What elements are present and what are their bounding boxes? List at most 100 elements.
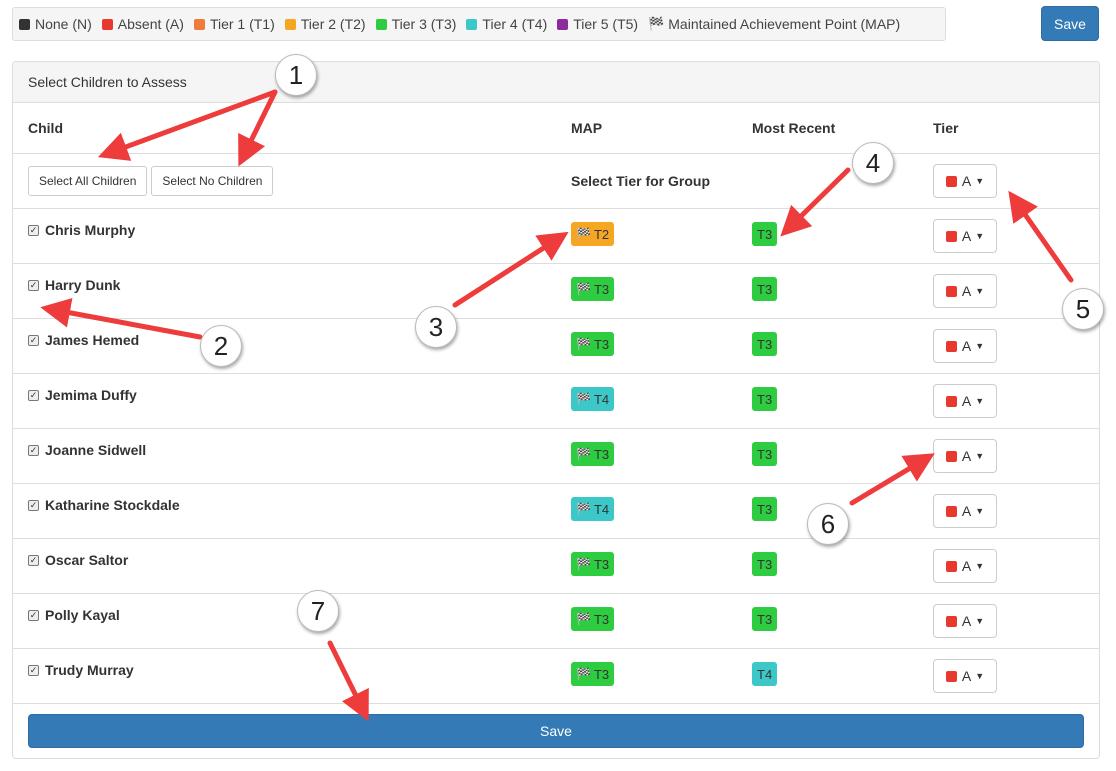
- map-value: T3: [593, 336, 610, 352]
- legend-item: Tier 3 (T3): [375, 16, 456, 32]
- legend-item: 🏁 Maintained Achievement Point (MAP): [648, 16, 900, 32]
- child-checkbox[interactable]: ✓: [28, 279, 39, 291]
- child-tier-value: A: [961, 448, 972, 464]
- child-tier-dropdown[interactable]: A ▼: [933, 329, 997, 363]
- most-recent-badge: T3: [752, 387, 778, 411]
- map-value: T3: [593, 446, 610, 462]
- legend-item: Tier 2 (T2): [284, 16, 366, 32]
- callout-4: 4: [852, 142, 894, 184]
- most-recent-value: T3: [757, 611, 773, 627]
- map-value: T4: [593, 391, 610, 407]
- most-recent-value: T3: [757, 446, 773, 462]
- child-list: ✓ Chris Murphy 🏁 T2 T3 A ▼ ✓ Harry Dunk 🏁 T3 T3 A ▼ ✓ J…: [13, 209, 1099, 704]
- most-recent-value: T4: [757, 666, 773, 682]
- callout-1: 1: [275, 54, 317, 96]
- caret-down-icon: ▼: [975, 616, 985, 626]
- child-checkbox-label[interactable]: ✓ James Hemed: [28, 332, 139, 348]
- child-tier-dropdown[interactable]: A ▼: [933, 219, 997, 253]
- group-tier-dropdown[interactable]: A ▼: [933, 164, 997, 198]
- child-checkbox[interactable]: ✓: [28, 389, 39, 401]
- panel-title: Select Children to Assess: [13, 62, 1099, 103]
- tier-color-swatch: [945, 450, 957, 462]
- child-tier-value: A: [961, 503, 972, 519]
- child-checkbox-label[interactable]: ✓ Trudy Murray: [28, 662, 134, 678]
- child-checkbox[interactable]: ✓: [28, 609, 39, 621]
- callout-2: 2: [200, 325, 242, 367]
- child-checkbox[interactable]: ✓: [28, 224, 39, 236]
- select-no-children-button[interactable]: Select No Children: [151, 166, 274, 196]
- child-checkbox[interactable]: ✓: [28, 499, 39, 511]
- legend-item: Tier 5 (T5): [557, 16, 638, 32]
- child-name: Harry Dunk: [45, 277, 121, 293]
- map-badge: 🏁 T3: [571, 442, 615, 466]
- child-tier-dropdown[interactable]: A ▼: [933, 494, 997, 528]
- child-checkbox-label[interactable]: ✓ Harry Dunk: [28, 277, 120, 293]
- group-tier-label: Select Tier for Group: [571, 173, 710, 189]
- child-checkbox[interactable]: ✓: [28, 554, 39, 566]
- legend-swatch: [19, 18, 30, 30]
- save-button-bottom[interactable]: Save: [28, 714, 1084, 748]
- group-tier-value: A: [961, 173, 972, 189]
- most-recent-badge: T3: [752, 607, 778, 631]
- most-recent-value: T3: [757, 556, 773, 572]
- table-row: ✓ Jemima Duffy 🏁 T4 T3 A ▼: [13, 374, 1099, 429]
- most-recent-value: T3: [757, 226, 773, 242]
- child-tier-value: A: [961, 613, 972, 629]
- legend-swatch: [101, 18, 113, 30]
- flag-icon: 🏁: [576, 612, 591, 626]
- child-checkbox-label[interactable]: ✓ Jemima Duffy: [28, 387, 137, 403]
- most-recent-value: T3: [757, 391, 773, 407]
- flag-icon: 🏁: [576, 447, 591, 461]
- map-value: T2: [593, 226, 610, 242]
- child-name: Joanne Sidwell: [45, 442, 147, 458]
- table-row: ✓ James Hemed 🏁 T3 T3 A ▼: [13, 319, 1099, 374]
- child-tier-dropdown[interactable]: A ▼: [933, 274, 997, 308]
- child-checkbox[interactable]: ✓: [28, 334, 39, 346]
- column-header-most-recent: Most Recent: [752, 120, 836, 136]
- child-tier-dropdown[interactable]: A ▼: [933, 549, 997, 583]
- legend-swatch: [284, 18, 296, 30]
- legend-label: Maintained Achievement Point (MAP): [668, 16, 901, 32]
- child-tier-dropdown[interactable]: A ▼: [933, 659, 997, 693]
- child-tier-dropdown[interactable]: A ▼: [933, 439, 997, 473]
- child-name: Katharine Stockdale: [45, 497, 180, 513]
- legend-label: Tier 2 (T2): [300, 16, 366, 32]
- callout-3: 3: [415, 306, 457, 348]
- column-header-map: MAP: [571, 120, 603, 136]
- child-checkbox[interactable]: ✓: [28, 664, 39, 676]
- caret-down-icon: ▼: [975, 671, 985, 681]
- child-checkbox-label[interactable]: ✓ Polly Kayal: [28, 607, 120, 623]
- flag-icon: 🏁: [576, 227, 591, 241]
- tier-color-swatch: [945, 340, 957, 352]
- tier-color-swatch: [945, 175, 957, 187]
- callout-7: 7: [297, 590, 339, 632]
- caret-down-icon: ▼: [975, 286, 985, 296]
- legend-label: None (N): [35, 16, 92, 32]
- caret-down-icon: ▼: [975, 506, 985, 516]
- legend-item: Absent (A): [101, 16, 184, 32]
- caret-down-icon: ▼: [975, 176, 985, 186]
- most-recent-badge: T3: [752, 222, 778, 246]
- map-value: T4: [593, 501, 610, 517]
- child-checkbox[interactable]: ✓: [28, 444, 39, 456]
- select-all-children-button[interactable]: Select All Children: [28, 166, 148, 196]
- tier-color-swatch: [945, 615, 957, 627]
- child-checkbox-label[interactable]: ✓ Chris Murphy: [28, 222, 135, 238]
- child-tier-dropdown[interactable]: A ▼: [933, 604, 997, 638]
- child-tier-dropdown[interactable]: A ▼: [933, 384, 997, 418]
- most-recent-value: T3: [757, 501, 773, 517]
- child-name: Trudy Murray: [45, 662, 134, 678]
- child-checkbox-label[interactable]: ✓ Joanne Sidwell: [28, 442, 146, 458]
- caret-down-icon: ▼: [975, 451, 985, 461]
- child-checkbox-label[interactable]: ✓ Katharine Stockdale: [28, 497, 180, 513]
- flag-icon: 🏁: [648, 16, 665, 31]
- most-recent-badge: T3: [752, 277, 778, 301]
- tier-color-swatch: [945, 395, 957, 407]
- legend-item: Tier 1 (T1): [193, 16, 275, 32]
- map-value: T3: [593, 556, 610, 572]
- child-checkbox-label[interactable]: ✓ Oscar Saltor: [28, 552, 128, 568]
- legend-swatch: [375, 18, 387, 30]
- group-row: Select All Children Select No Children S…: [13, 154, 1099, 209]
- save-button-top[interactable]: Save: [1041, 6, 1099, 41]
- child-tier-value: A: [961, 668, 972, 684]
